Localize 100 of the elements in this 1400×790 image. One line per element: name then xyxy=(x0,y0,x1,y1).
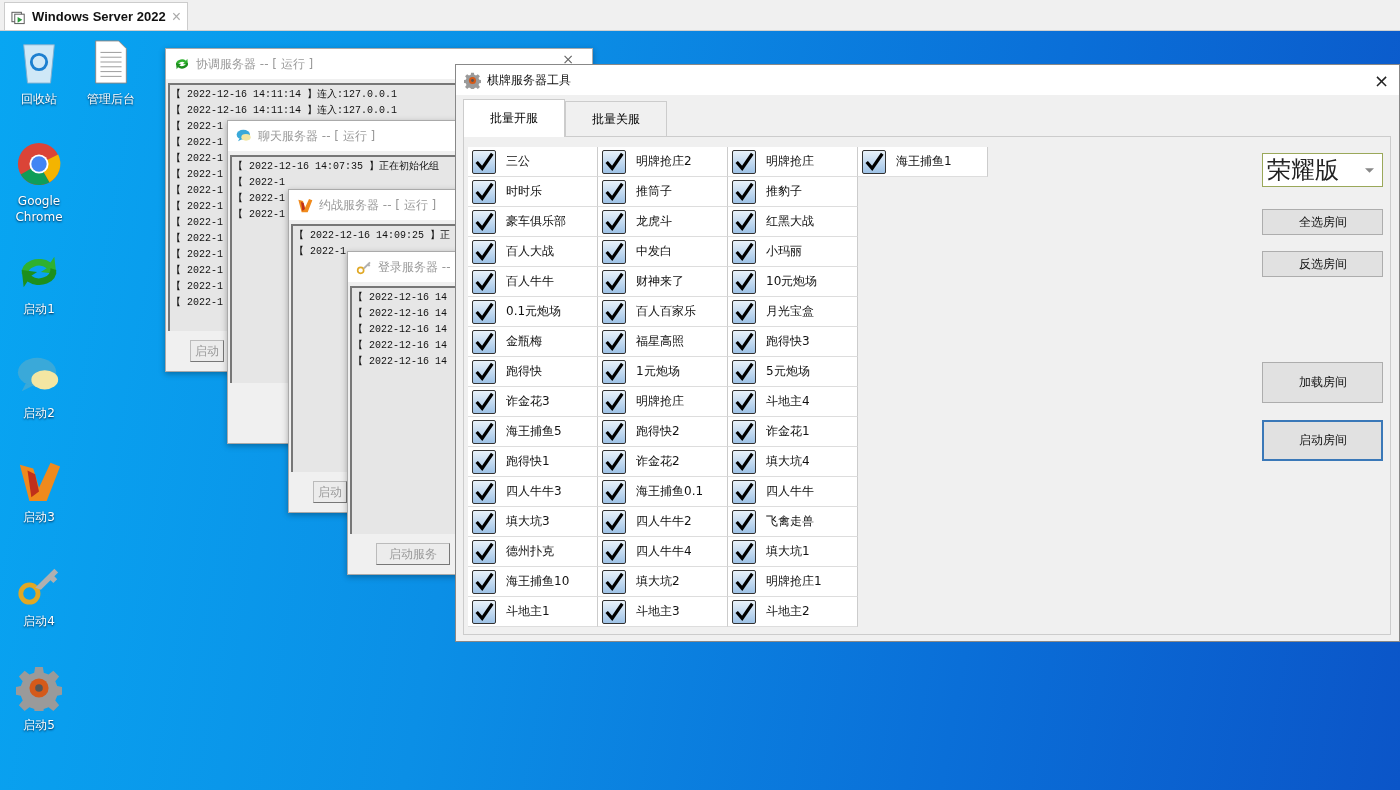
room-checkbox[interactable]: 诈金花1 xyxy=(728,417,858,447)
room-checkbox[interactable]: 0.1元炮场 xyxy=(468,297,598,327)
checkbox[interactable] xyxy=(732,509,756,534)
room-checkbox[interactable]: 红黑大战 xyxy=(728,207,858,237)
checkbox[interactable] xyxy=(732,179,756,204)
room-checkbox[interactable]: 德州扑克 xyxy=(468,537,598,567)
room-checkbox[interactable]: 三公 xyxy=(468,147,598,177)
room-checkbox[interactable]: 时时乐 xyxy=(468,177,598,207)
checkbox[interactable] xyxy=(472,389,496,414)
room-checkbox[interactable]: 填大坑4 xyxy=(728,447,858,477)
room-checkbox[interactable]: 四人牛牛3 xyxy=(468,477,598,507)
checkbox[interactable] xyxy=(602,509,626,534)
checkbox[interactable] xyxy=(472,599,496,624)
room-checkbox[interactable]: 福星高照 xyxy=(598,327,728,357)
checkbox[interactable] xyxy=(732,329,756,354)
room-checkbox[interactable]: 四人牛牛2 xyxy=(598,507,728,537)
checkbox[interactable] xyxy=(602,599,626,624)
checkbox[interactable] xyxy=(472,269,496,294)
start-rooms-button[interactable]: 启动房间 xyxy=(1262,420,1383,461)
checkbox[interactable] xyxy=(602,359,626,384)
checkbox[interactable] xyxy=(602,209,626,234)
room-checkbox[interactable]: 财神来了 xyxy=(598,267,728,297)
checkbox[interactable] xyxy=(472,299,496,324)
room-checkbox[interactable]: 飞禽走兽 xyxy=(728,507,858,537)
checkbox[interactable] xyxy=(602,389,626,414)
room-checkbox[interactable]: 斗地主3 xyxy=(598,597,728,627)
room-checkbox[interactable]: 跑得快3 xyxy=(728,327,858,357)
close-button[interactable]: × xyxy=(562,52,584,66)
checkbox[interactable] xyxy=(472,569,496,594)
checkbox[interactable] xyxy=(732,479,756,504)
checkbox[interactable] xyxy=(472,449,496,474)
browser-tab[interactable]: Windows Server 2022 × xyxy=(4,2,188,30)
checkbox[interactable] xyxy=(732,269,756,294)
load-rooms-button[interactable]: 加载房间 xyxy=(1262,362,1383,403)
room-checkbox[interactable]: 跑得快2 xyxy=(598,417,728,447)
room-checkbox[interactable]: 斗地主4 xyxy=(728,387,858,417)
room-checkbox[interactable]: 小玛丽 xyxy=(728,237,858,267)
room-checkbox[interactable]: 跑得快 xyxy=(468,357,598,387)
room-checkbox[interactable]: 明牌抢庄2 xyxy=(598,147,728,177)
room-checkbox[interactable]: 海王捕鱼0.1 xyxy=(598,477,728,507)
edition-dropdown[interactable]: 荣耀版 xyxy=(1262,153,1383,187)
room-checkbox[interactable]: 四人牛牛 xyxy=(728,477,858,507)
room-checkbox[interactable]: 填大坑3 xyxy=(468,507,598,537)
checkbox[interactable] xyxy=(602,419,626,444)
checkbox[interactable] xyxy=(732,359,756,384)
room-checkbox[interactable]: 推筒子 xyxy=(598,177,728,207)
room-checkbox[interactable]: 四人牛牛4 xyxy=(598,537,728,567)
checkbox[interactable] xyxy=(602,329,626,354)
checkbox[interactable] xyxy=(602,179,626,204)
invert-selection-button[interactable]: 反选房间 xyxy=(1262,251,1383,277)
checkbox[interactable] xyxy=(732,299,756,324)
checkbox[interactable] xyxy=(602,539,626,564)
room-checkbox[interactable]: 填大坑1 xyxy=(728,537,858,567)
checkbox[interactable] xyxy=(602,149,626,174)
room-checkbox[interactable]: 明牌抢庄 xyxy=(598,387,728,417)
room-checkbox[interactable]: 百人牛牛 xyxy=(468,267,598,297)
checkbox[interactable] xyxy=(472,539,496,564)
checkbox[interactable] xyxy=(732,389,756,414)
checkbox[interactable] xyxy=(602,479,626,504)
checkbox[interactable] xyxy=(602,269,626,294)
checkbox[interactable] xyxy=(472,509,496,534)
tab[interactable]: 批量开服 xyxy=(463,99,565,137)
checkbox[interactable] xyxy=(732,239,756,264)
room-checkbox[interactable]: 跑得快1 xyxy=(468,447,598,477)
checkbox[interactable] xyxy=(732,569,756,594)
room-checkbox[interactable]: 海王捕鱼10 xyxy=(468,567,598,597)
checkbox[interactable] xyxy=(602,569,626,594)
checkbox[interactable] xyxy=(602,449,626,474)
checkbox[interactable] xyxy=(732,599,756,624)
room-checkbox[interactable]: 斗地主1 xyxy=(468,597,598,627)
room-checkbox[interactable]: 海王捕鱼1 xyxy=(858,147,988,177)
room-checkbox[interactable]: 推豹子 xyxy=(728,177,858,207)
checkbox[interactable] xyxy=(732,539,756,564)
room-checkbox[interactable]: 豪车俱乐部 xyxy=(468,207,598,237)
room-checkbox[interactable]: 百人大战 xyxy=(468,237,598,267)
checkbox[interactable] xyxy=(472,329,496,354)
checkbox[interactable] xyxy=(602,239,626,264)
room-checkbox[interactable]: 1元炮场 xyxy=(598,357,728,387)
checkbox[interactable] xyxy=(472,209,496,234)
checkbox[interactable] xyxy=(732,209,756,234)
checkbox[interactable] xyxy=(472,419,496,444)
room-checkbox[interactable]: 斗地主2 xyxy=(728,597,858,627)
close-button[interactable]: × xyxy=(1373,69,1391,91)
room-checkbox[interactable]: 填大坑2 xyxy=(598,567,728,597)
room-checkbox[interactable]: 10元炮场 xyxy=(728,267,858,297)
room-checkbox[interactable]: 百人百家乐 xyxy=(598,297,728,327)
checkbox[interactable] xyxy=(472,149,496,174)
checkbox[interactable] xyxy=(732,449,756,474)
select-all-button[interactable]: 全选房间 xyxy=(1262,209,1383,235)
checkbox[interactable] xyxy=(472,179,496,204)
checkbox[interactable] xyxy=(472,359,496,384)
checkbox[interactable] xyxy=(472,479,496,504)
room-checkbox[interactable]: 明牌抢庄1 xyxy=(728,567,858,597)
room-checkbox[interactable]: 海王捕鱼5 xyxy=(468,417,598,447)
checkbox[interactable] xyxy=(472,239,496,264)
room-checkbox[interactable]: 诈金花2 xyxy=(598,447,728,477)
checkbox[interactable] xyxy=(862,149,886,174)
room-checkbox[interactable]: 5元炮场 xyxy=(728,357,858,387)
room-checkbox[interactable]: 金瓶梅 xyxy=(468,327,598,357)
tab[interactable]: 批量关服 xyxy=(565,101,667,137)
